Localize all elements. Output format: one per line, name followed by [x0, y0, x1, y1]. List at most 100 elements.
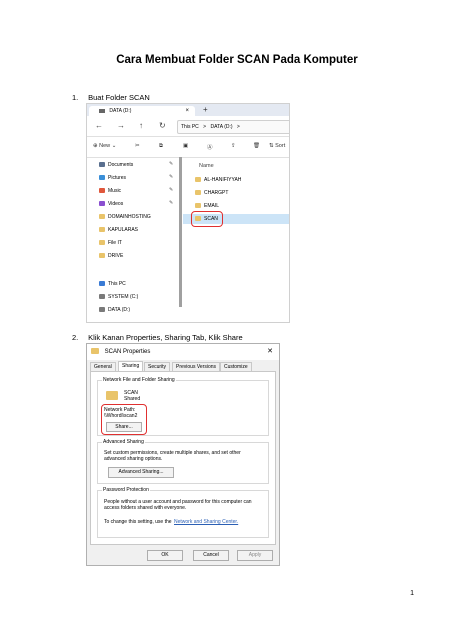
folder-name: AL-HANIFIYYAH [204, 177, 242, 183]
close-tab-icon[interactable]: × [185, 106, 189, 116]
network-sharing-center-link[interactable]: Network and Sharing Center. [174, 519, 238, 525]
folder-icon [195, 190, 201, 196]
command-bar: ⊕ New ⌄ ✂ ⧉ ▣ Ⓐ ⇪ 🗑 ⇅ Sort [87, 137, 289, 158]
address-separator: > [203, 124, 207, 130]
sidebar-item[interactable]: SYSTEM (C:) [99, 293, 138, 302]
pin-icon: ✎ [169, 200, 174, 206]
new-tab-icon[interactable]: + [203, 104, 208, 116]
step-2-number: 2. [72, 333, 79, 342]
step-1: 1. Buat Folder SCAN [72, 93, 150, 102]
sidebar-item-label: Documents [108, 162, 134, 168]
address-separator: > [236, 124, 240, 130]
group-label: Network File and Folder Sharing [102, 377, 176, 383]
folder-icon [195, 203, 201, 209]
advanced-sharing-group: Advanced Sharing Set custom permissions,… [97, 439, 269, 484]
folder-icon [91, 348, 99, 355]
column-name-header[interactable]: Name [199, 163, 214, 169]
sidebar-item[interactable]: DATA (D:) [99, 306, 130, 315]
sidebar-icon [99, 240, 105, 246]
document-title: Cara Membuat Folder SCAN Pada Komputer [116, 54, 358, 66]
delete-icon[interactable]: 🗑 [253, 143, 260, 149]
apply-button[interactable]: Apply [237, 550, 273, 561]
sidebar-icon [99, 307, 105, 313]
file-list: Name AL-HANIFIYYAH CHARGPT EMAIL [183, 157, 289, 322]
sidebar-item-label: DATA (D:) [108, 307, 131, 313]
folder-name: CHARGPT [204, 190, 229, 196]
network-sharing-group: Network File and Folder Sharing SCAN Sha… [97, 377, 269, 436]
share-state: Shared [124, 396, 141, 402]
page-number: 1 [410, 590, 414, 597]
sidebar-item[interactable]: DRIVE [99, 252, 123, 261]
forward-arrow-icon[interactable]: → [117, 121, 125, 130]
copy-icon[interactable]: ⧉ [159, 143, 163, 150]
sidebar-item[interactable]: Videos [99, 200, 123, 209]
drive-icon [99, 108, 105, 113]
sidebar-item-label: DOMAINHOSTING [108, 214, 151, 220]
advanced-sharing-button[interactable]: Advanced Sharing... [108, 467, 174, 478]
back-arrow-icon[interactable]: ← [95, 121, 103, 130]
sidebar-item-label: This PC [108, 281, 126, 287]
password-protection-group: Password Protection People without a use… [97, 487, 269, 538]
address-bar[interactable]: This PC > DATA (D:) > [177, 120, 289, 134]
sidebar-icon [99, 253, 105, 259]
sharing-tab-panel: Network File and Folder Sharing SCAN Sha… [90, 371, 276, 545]
sidebar-item[interactable]: File IT [99, 239, 122, 248]
close-icon[interactable]: ✕ [267, 344, 273, 360]
pin-icon: ✎ [169, 187, 174, 193]
cut-icon[interactable]: ✂ [135, 143, 140, 149]
advanced-sharing-text: Set custom permissions, create multiple … [104, 450, 241, 462]
step-1-text: Buat Folder SCAN [88, 93, 150, 102]
sort-button[interactable]: ⇅ Sort [269, 143, 285, 149]
list-item[interactable]: AL-HANIFIYYAH [195, 175, 241, 185]
explorer-nav-bar: ← → ↑ ↻ This PC > DATA (D:) > [87, 116, 289, 137]
chevron-down-icon: ⌄ [111, 143, 117, 149]
sidebar-item[interactable]: Pictures [99, 174, 126, 183]
navigation-scrollbar[interactable] [179, 157, 182, 307]
explorer-tab-label: DATA (D:) [109, 108, 132, 114]
address-data-drive[interactable]: DATA (D:) [210, 124, 232, 130]
sidebar-icon [99, 281, 105, 287]
folder-icon [106, 391, 118, 400]
sidebar-icon [99, 227, 105, 233]
share-icon[interactable]: ⇪ [231, 143, 236, 149]
pin-icon: ✎ [169, 161, 174, 167]
sort-label: Sort [275, 143, 286, 149]
sidebar-icon [99, 201, 105, 207]
group-label: Password Protection [102, 487, 150, 493]
folder-name: EMAIL [204, 203, 220, 209]
sidebar-icon [99, 162, 105, 168]
list-item[interactable]: CHARGPT [195, 188, 228, 198]
sidebar-item[interactable]: Documents [99, 161, 133, 170]
new-button[interactable]: ⊕ New ⌄ [93, 143, 116, 149]
paste-icon[interactable]: ▣ [183, 143, 188, 149]
step-1-number: 1. [72, 93, 79, 102]
ok-button[interactable]: OK [147, 550, 183, 561]
refresh-icon[interactable]: ↻ [159, 121, 166, 130]
sidebar-item[interactable]: Music [99, 187, 121, 196]
navigation-pane: Documents ✎ Pictures ✎ Music ✎ Videos ✎ DOMAINHO… [87, 157, 179, 322]
up-arrow-icon[interactable]: ↑ [139, 121, 143, 130]
address-this-pc[interactable]: This PC [181, 124, 199, 130]
properties-dialog-screenshot: SCAN Properties ✕ General Sharing Securi… [86, 343, 280, 566]
sidebar-item[interactable]: This PC [99, 280, 126, 289]
explorer-tab[interactable]: DATA (D:) × [89, 106, 195, 116]
sidebar-item-label: Pictures [108, 175, 127, 181]
step-2-text: Klik Kanan Properties, Sharing Tab, Klik… [88, 333, 243, 342]
dialog-titlebar: SCAN Properties ✕ [87, 344, 279, 360]
sidebar-item-label: Music [108, 188, 122, 194]
change-setting-text: To change this setting, use the [104, 519, 172, 525]
cancel-button[interactable]: Cancel [193, 550, 229, 561]
sidebar-icon [99, 188, 105, 194]
sidebar-item-label: KAPULARAS [108, 227, 139, 233]
sidebar-icon [99, 294, 105, 300]
group-label: Advanced Sharing [102, 439, 145, 445]
rename-icon[interactable]: Ⓐ [207, 143, 213, 151]
sidebar-item[interactable]: KAPULARAS [99, 226, 138, 235]
new-button-label: New [99, 143, 111, 149]
password-protection-text: People without a user account and passwo… [104, 499, 252, 511]
sidebar-item-label: File IT [108, 240, 122, 246]
explorer-tab-bar: DATA (D:) × + [87, 104, 289, 116]
list-item[interactable]: EMAIL [195, 201, 219, 211]
sidebar-item[interactable]: DOMAINHOSTING [99, 213, 151, 222]
sidebar-icon [99, 214, 105, 220]
